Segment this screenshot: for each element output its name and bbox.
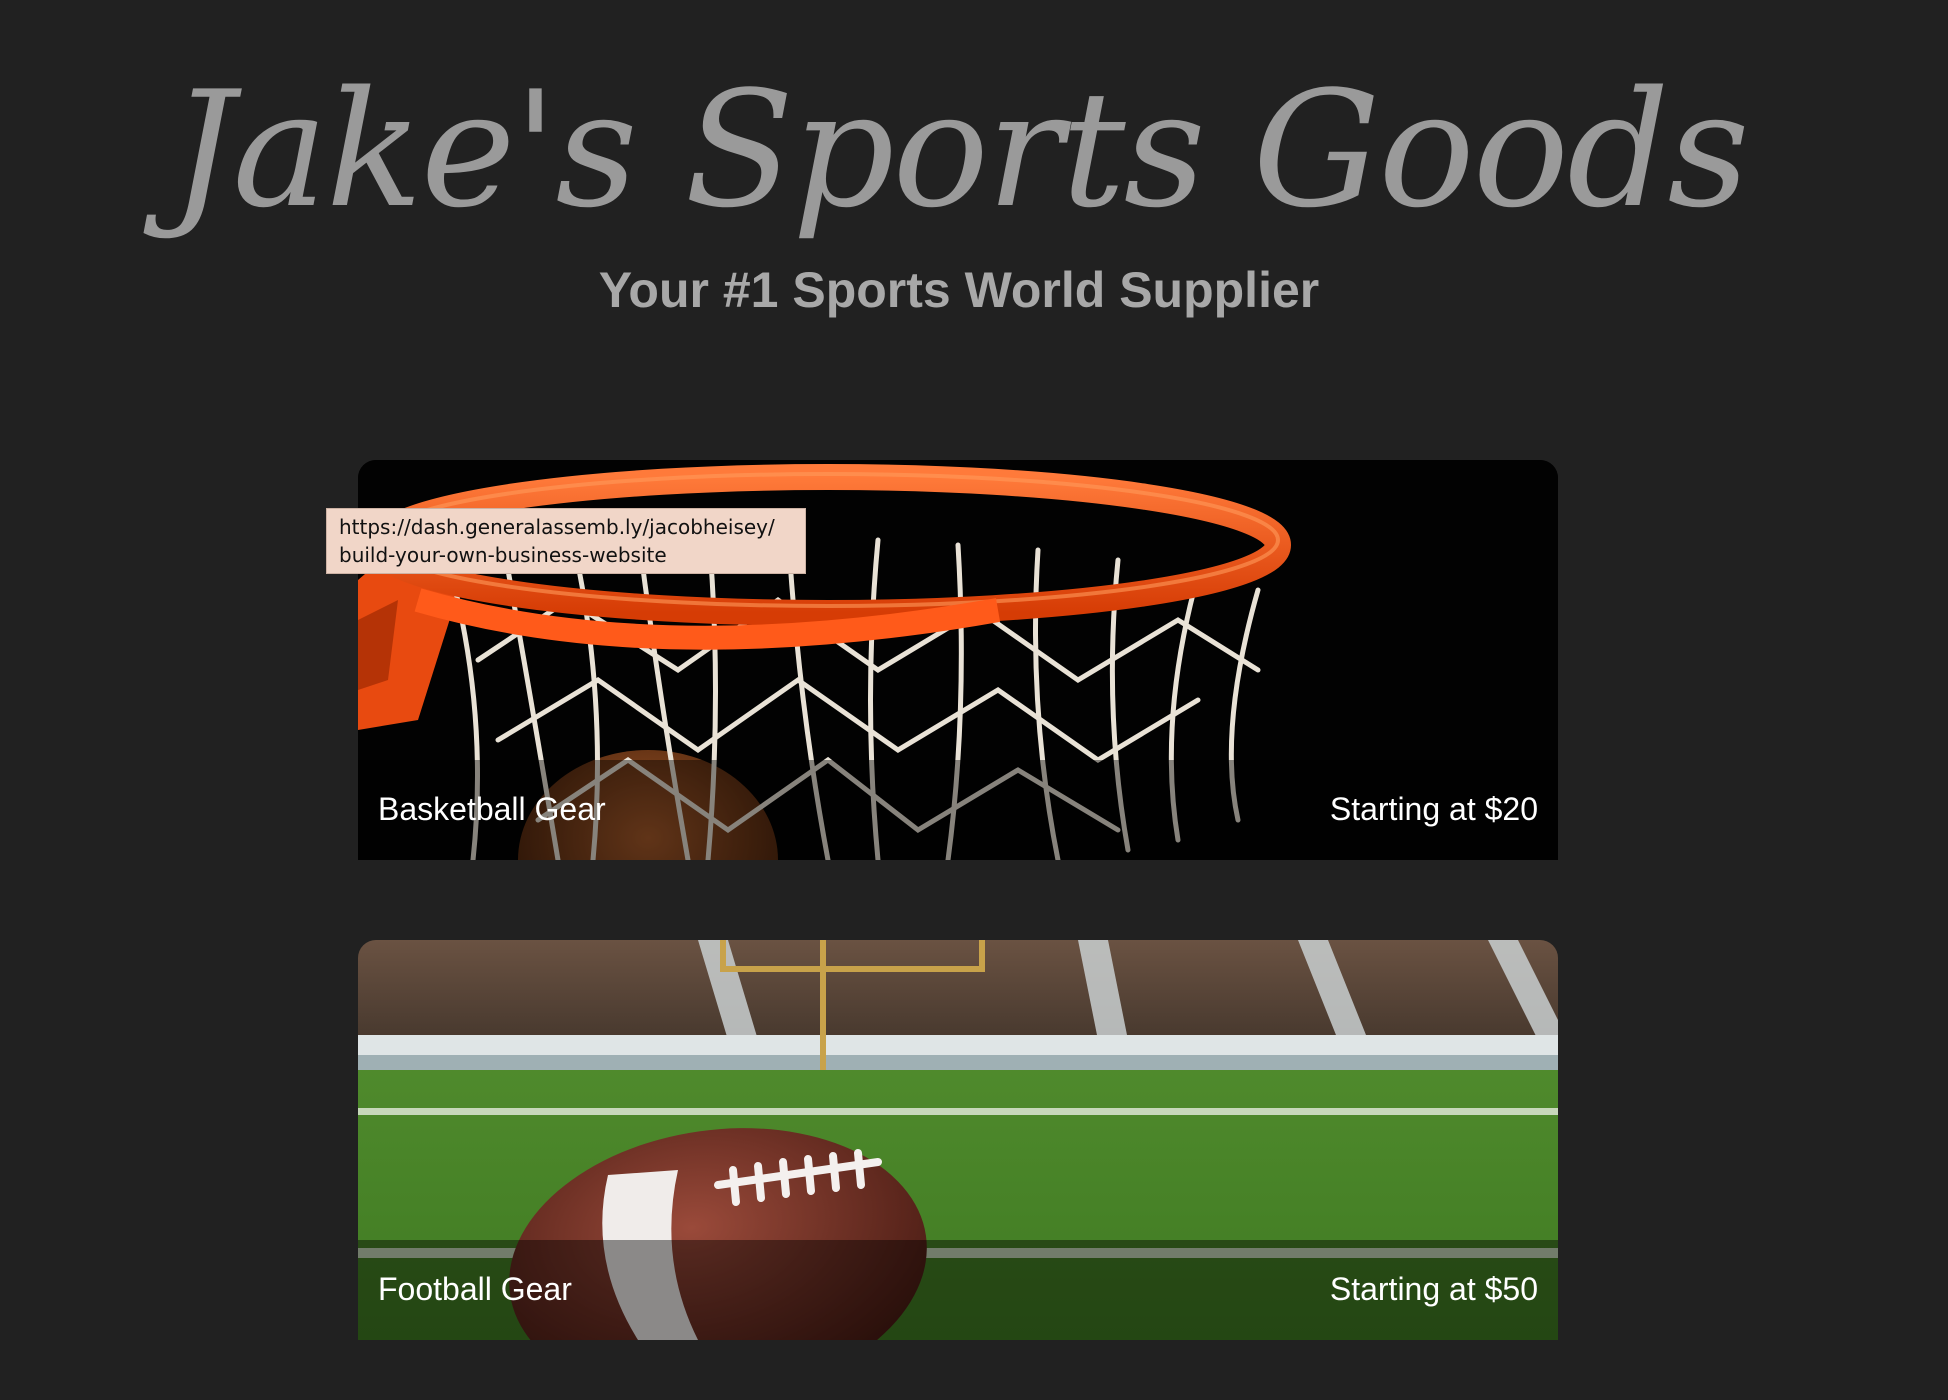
- tooltip-line-1: https://dash.generalassemb.ly/jacobheise…: [339, 515, 775, 539]
- tooltip-line-2: build-your-own-business-website: [339, 543, 667, 567]
- card-caption-bar: Basketball Gear Starting at $20: [358, 760, 1558, 860]
- card-price: Starting at $50: [1329, 1271, 1538, 1307]
- site-title: Jake's Sports Goods: [170, 56, 1749, 243]
- card-title: Basketball Gear: [378, 791, 606, 827]
- card-title: Football Gear: [378, 1271, 572, 1307]
- site-tagline: Your #1 Sports World Supplier: [598, 262, 1320, 318]
- football-gear-card[interactable]: Football Gear Starting at $50: [358, 940, 1558, 1340]
- link-url-tooltip: https://dash.generalassemb.ly/jacobheise…: [326, 508, 806, 574]
- card-caption-bar: Football Gear Starting at $50: [358, 1240, 1558, 1340]
- card-price: Starting at $20: [1329, 791, 1538, 827]
